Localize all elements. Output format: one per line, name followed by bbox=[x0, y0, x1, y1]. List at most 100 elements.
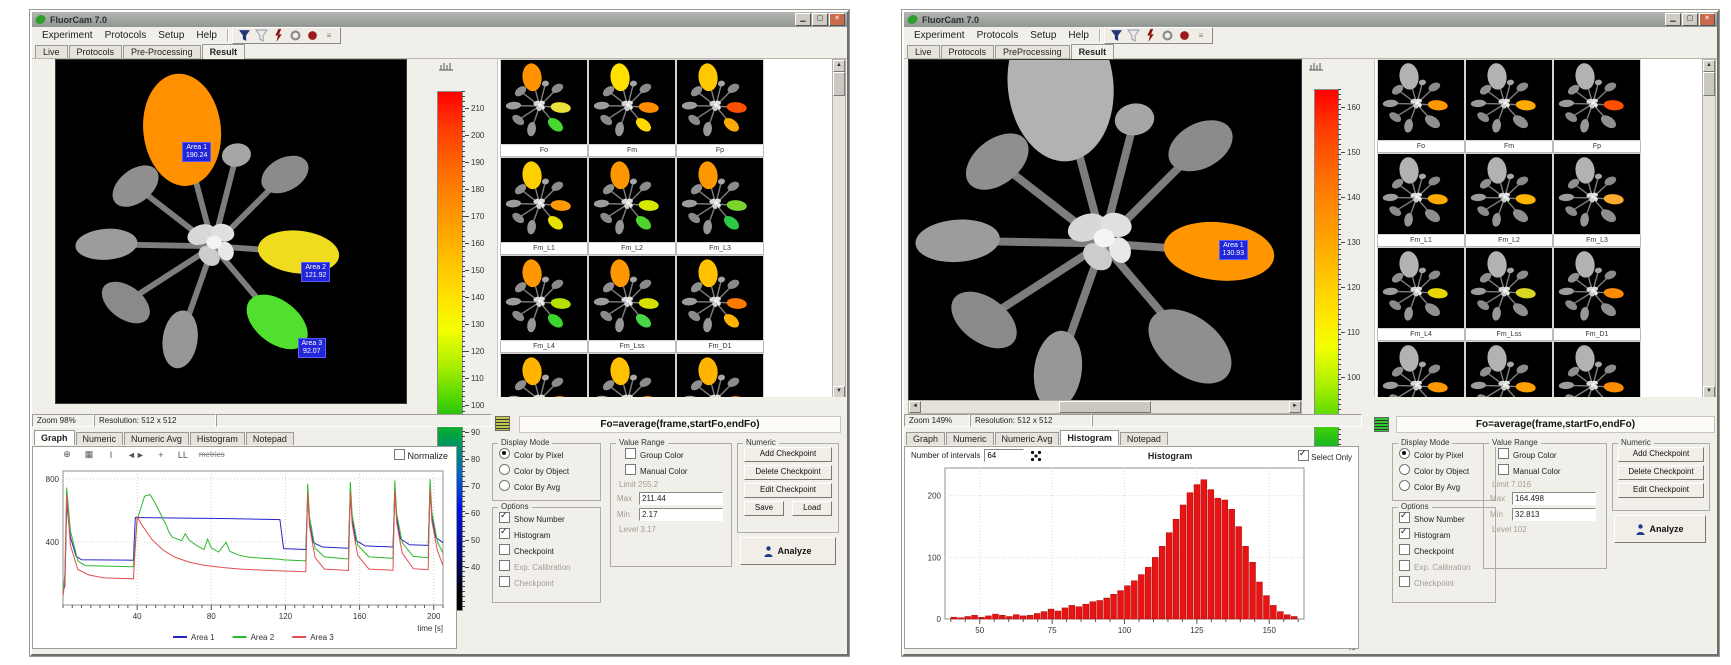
menu-help[interactable]: Help bbox=[1062, 29, 1095, 42]
frames-scrollbar[interactable]: ▲ ▼ bbox=[832, 59, 846, 397]
tab-protocols[interactable]: Protocols bbox=[941, 45, 995, 58]
copy-icon[interactable]: ▦ bbox=[83, 449, 95, 460]
frame-thumbnail[interactable]: Fm_L1 bbox=[1377, 153, 1465, 247]
analyze-button[interactable]: Analyze bbox=[1614, 515, 1706, 543]
notes-icon[interactable] bbox=[495, 416, 510, 431]
pan-icon[interactable]: + bbox=[155, 450, 167, 460]
frame-thumbnail[interactable]: Fm_D1 bbox=[1553, 247, 1641, 341]
frame-thumbnail[interactable] bbox=[1465, 341, 1553, 397]
scroll-thumb[interactable] bbox=[833, 72, 845, 96]
scroll-thumb[interactable] bbox=[1703, 72, 1715, 96]
frame-thumbnail[interactable] bbox=[1377, 341, 1465, 397]
add-checkpoint-button[interactable]: Add Checkpoint bbox=[744, 447, 832, 462]
scroll-left-button[interactable]: ◄ bbox=[909, 401, 921, 413]
tab-preprocessing[interactable]: PreProcessing bbox=[995, 45, 1070, 58]
frame-thumbnail[interactable]: Fm_Lss bbox=[1465, 247, 1553, 341]
scroll-up-button[interactable]: ▲ bbox=[833, 60, 845, 72]
analyze-button[interactable]: Analyze bbox=[740, 537, 836, 565]
minimize-button[interactable]: ▁ bbox=[1665, 13, 1681, 26]
frame-thumbnail[interactable] bbox=[500, 353, 588, 397]
bolt-icon[interactable] bbox=[1144, 29, 1157, 42]
menu-experiment[interactable]: Experiment bbox=[908, 29, 971, 42]
menu-protocols[interactable]: Protocols bbox=[971, 29, 1025, 42]
frame-thumbnail[interactable]: Fo bbox=[1377, 59, 1465, 153]
scroll-thumb[interactable] bbox=[1059, 401, 1151, 413]
frame-thumbnail[interactable]: Fm_L3 bbox=[1553, 153, 1641, 247]
load-button[interactable]: Load bbox=[792, 501, 832, 516]
edit-checkpoint-button[interactable]: Edit Checkpoint bbox=[744, 483, 832, 498]
cursor-icon[interactable]: I bbox=[105, 450, 117, 460]
main-image[interactable]: Area 1190.24 Area 2121.92 Area 392.07 bbox=[55, 59, 407, 404]
frame-thumbnail[interactable] bbox=[1553, 341, 1641, 397]
frame-thumbnail[interactable]: Fm_L4 bbox=[500, 255, 588, 353]
menu-setup[interactable]: Setup bbox=[1024, 29, 1062, 42]
min-input[interactable]: 2.17 bbox=[639, 508, 723, 521]
titlebar[interactable]: FluorCam 7.0 ▁ ▢ ✕ bbox=[32, 12, 847, 27]
delete-checkpoint-button[interactable]: Delete Checkpoint bbox=[744, 465, 832, 480]
funnel-icon[interactable] bbox=[238, 29, 251, 42]
frame-thumbnail[interactable]: Fp bbox=[1553, 59, 1641, 153]
recalc-icon[interactable] bbox=[1030, 450, 1042, 462]
tab-result[interactable]: Result bbox=[1071, 44, 1115, 59]
tab-preprocessing[interactable]: Pre-Processing bbox=[123, 45, 201, 58]
menu-experiment[interactable]: Experiment bbox=[36, 29, 99, 42]
menu-protocols[interactable]: Protocols bbox=[99, 29, 153, 42]
check-group-color[interactable]: Group Color bbox=[1498, 448, 1606, 460]
text-icon[interactable]: ≡ bbox=[323, 31, 335, 40]
scroll-right-button[interactable]: ► bbox=[1289, 401, 1301, 413]
add-checkpoint-button[interactable]: Add Checkpoint bbox=[1618, 447, 1704, 462]
check-manual-color[interactable]: Manual Color bbox=[625, 464, 731, 476]
frame-thumbnail[interactable]: Fm_L1 bbox=[500, 157, 588, 255]
frames-scrollbar[interactable]: ▲ ▼ bbox=[1702, 59, 1716, 397]
titlebar[interactable]: FluorCam 7.0 ▁ ▢ ✕ bbox=[904, 12, 1717, 27]
tab-numeric-avg[interactable]: Numeric Avg bbox=[995, 432, 1060, 445]
funnel-icon[interactable] bbox=[1110, 29, 1123, 42]
check-histogram[interactable]: Histogram bbox=[499, 528, 600, 540]
minimize-button[interactable]: ▁ bbox=[795, 13, 811, 26]
normalize-box[interactable] bbox=[394, 449, 405, 460]
fit-icon[interactable]: ◄► bbox=[127, 450, 145, 460]
text-icon[interactable]: ≡ bbox=[1195, 31, 1207, 40]
frame-thumbnail[interactable]: Fp bbox=[676, 59, 764, 157]
check-show-number[interactable]: Show Number bbox=[499, 512, 600, 524]
scroll-down-button[interactable]: ▼ bbox=[833, 386, 845, 397]
log-scale-icon[interactable]: LL bbox=[177, 450, 189, 460]
bolt-icon[interactable] bbox=[272, 29, 285, 42]
frame-thumbnail[interactable]: Fm_L3 bbox=[676, 157, 764, 255]
tab-numeric[interactable]: Numeric bbox=[76, 432, 124, 445]
scroll-down-button[interactable]: ▼ bbox=[1703, 386, 1715, 397]
delete-checkpoint-button[interactable]: Delete Checkpoint bbox=[1618, 465, 1704, 480]
max-input[interactable]: 211.44 bbox=[639, 492, 723, 505]
tab-live[interactable]: Live bbox=[907, 45, 940, 58]
intervals-input[interactable] bbox=[984, 449, 1024, 462]
tab-notepad[interactable]: Notepad bbox=[1120, 432, 1168, 445]
radio-color-by-avg[interactable]: Color By Avg bbox=[1399, 480, 1495, 492]
ring-icon[interactable] bbox=[1161, 29, 1174, 42]
metrics-label[interactable]: metrics bbox=[199, 450, 225, 459]
check-checkpoint[interactable]: Checkpoint bbox=[1399, 544, 1495, 556]
max-input[interactable]: 164.498 bbox=[1512, 492, 1596, 505]
menu-help[interactable]: Help bbox=[190, 29, 223, 42]
frame-thumbnail[interactable]: Fo bbox=[500, 59, 588, 157]
radio-color-by-object[interactable]: Color by Object bbox=[1399, 464, 1495, 476]
menu-setup[interactable]: Setup bbox=[152, 29, 190, 42]
maximize-button[interactable]: ▢ bbox=[1682, 13, 1698, 26]
check-manual-color[interactable]: Manual Color bbox=[1498, 464, 1606, 476]
tab-numeric[interactable]: Numeric bbox=[946, 432, 994, 445]
check-histogram[interactable]: Histogram bbox=[1399, 528, 1495, 540]
check-show-number[interactable]: Show Number bbox=[1399, 512, 1495, 524]
record-icon[interactable] bbox=[306, 29, 319, 42]
funnel-outline-icon[interactable] bbox=[1127, 29, 1140, 42]
frame-thumbnail[interactable]: Fm_D1 bbox=[676, 255, 764, 353]
radio-color-by-pixel[interactable]: Color by Pixel bbox=[499, 448, 600, 460]
tab-protocols[interactable]: Protocols bbox=[69, 45, 123, 58]
check-group-color[interactable]: Group Color bbox=[625, 448, 731, 460]
normalize-checkbox[interactable]: Normalize bbox=[394, 449, 448, 461]
radio-color-by-avg[interactable]: Color By Avg bbox=[499, 480, 600, 492]
close-button[interactable]: ✕ bbox=[829, 13, 845, 26]
tab-result[interactable]: Result bbox=[202, 44, 246, 59]
save-button[interactable]: Save bbox=[744, 501, 784, 516]
record-icon[interactable] bbox=[1178, 29, 1191, 42]
image-hscrollbar[interactable]: ◄ ► bbox=[908, 400, 1302, 414]
zoom-icon[interactable]: ⊕ bbox=[61, 449, 73, 460]
